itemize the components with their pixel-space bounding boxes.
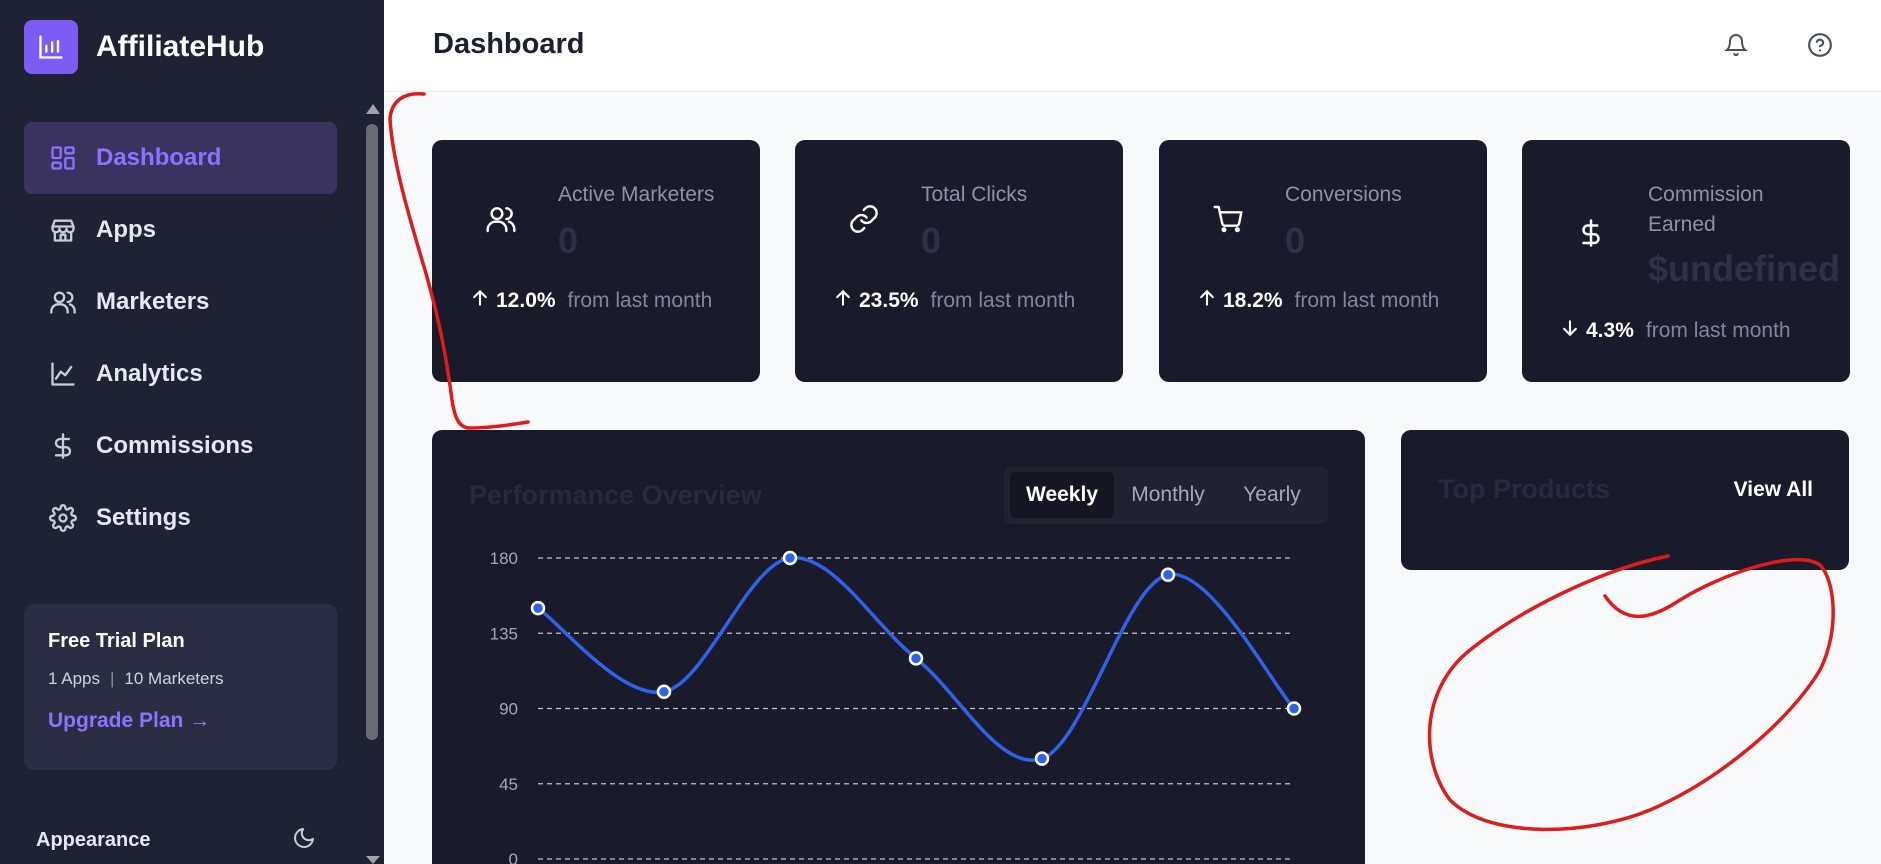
sidebar-item-label: Commissions bbox=[96, 432, 254, 459]
stat-trend: 4.3% from last month bbox=[1560, 318, 1791, 344]
stat-card-active-marketers: Active Marketers 0 12.0% from last month bbox=[432, 140, 760, 382]
data-point bbox=[530, 600, 546, 616]
plan-meta: 1 Apps | 10 Marketers bbox=[48, 669, 313, 689]
sidebar-item-apps[interactable]: Apps bbox=[24, 194, 337, 266]
sidebar-item-settings[interactable]: Settings bbox=[24, 482, 337, 554]
arrow-down-icon bbox=[1560, 318, 1580, 344]
top-products-card: Top Products View All bbox=[1401, 430, 1849, 570]
appearance-label: Appearance bbox=[36, 829, 151, 851]
stat-trend: 12.0% from last month bbox=[470, 288, 712, 314]
gear-icon bbox=[48, 503, 78, 533]
brand[interactable]: AffiliateHub bbox=[24, 20, 264, 74]
stat-value: 0 bbox=[558, 220, 579, 261]
data-point bbox=[1034, 751, 1050, 766]
scroll-up-arrow-icon[interactable] bbox=[366, 104, 380, 114]
stat-card-total-clicks: Total Clicks 0 23.5% from last month bbox=[795, 140, 1123, 382]
sidebar: AffiliateHub Dashboard Apps Marketers An… bbox=[0, 0, 384, 864]
appearance-toggle[interactable]: Appearance bbox=[36, 826, 316, 855]
arrow-up-icon bbox=[1197, 288, 1217, 314]
data-point bbox=[1286, 701, 1302, 716]
y-tick-label: 180 bbox=[490, 549, 518, 568]
stat-value: 0 bbox=[1285, 220, 1306, 261]
data-point bbox=[656, 684, 672, 700]
top-products-title: Top Products bbox=[1438, 474, 1610, 504]
performance-card: Performance Overview Weekly Monthly Year… bbox=[432, 430, 1365, 864]
sidebar-item-label: Settings bbox=[96, 504, 191, 531]
bell-icon[interactable] bbox=[1721, 30, 1751, 60]
sidebar-item-label: Marketers bbox=[96, 288, 210, 315]
stat-value: $undefined bbox=[1648, 248, 1841, 289]
stat-value: 0 bbox=[921, 220, 942, 261]
performance-chart: 0 45 90 135 180 bbox=[490, 549, 1302, 864]
grid-icon bbox=[48, 143, 78, 173]
stat-trend: 23.5% from last month bbox=[833, 288, 1075, 314]
users-icon bbox=[48, 287, 78, 317]
moon-icon[interactable] bbox=[292, 826, 316, 855]
stat-trend-text: from last month bbox=[567, 289, 713, 312]
sidebar-item-marketers[interactable]: Marketers bbox=[24, 266, 337, 338]
stat-trend-percent: 4.3% bbox=[1586, 319, 1634, 342]
plan-title: Free Trial Plan bbox=[48, 630, 185, 652]
upgrade-plan-link[interactable]: Upgrade Plan → bbox=[48, 709, 313, 733]
sidebar-item-analytics[interactable]: Analytics bbox=[24, 338, 337, 410]
plan-separator: | bbox=[110, 669, 115, 688]
stat-trend-text: from last month bbox=[1645, 319, 1791, 342]
page-title: Dashboard bbox=[433, 28, 585, 60]
stat-label: Conversions bbox=[1285, 183, 1402, 206]
stat-trend-percent: 23.5% bbox=[859, 289, 919, 312]
data-point bbox=[908, 651, 924, 666]
link-icon bbox=[847, 202, 881, 236]
dollar-icon bbox=[48, 431, 78, 461]
scroll-down-arrow-icon[interactable] bbox=[366, 856, 380, 864]
sidebar-item-dashboard[interactable]: Dashboard bbox=[24, 122, 337, 194]
plan-marketers: 10 Marketers bbox=[124, 669, 224, 688]
stat-trend-percent: 18.2% bbox=[1223, 289, 1283, 312]
stat-label: Commission Earned bbox=[1648, 183, 1764, 236]
stat-card-conversions: Conversions 0 18.2% from last month bbox=[1159, 140, 1487, 382]
brand-name: AffiliateHub bbox=[96, 30, 265, 63]
plan-apps: 1 Apps bbox=[48, 669, 100, 688]
sidebar-item-commissions[interactable]: Commissions bbox=[24, 410, 337, 482]
annotation-circle bbox=[1427, 554, 1835, 832]
stat-trend-percent: 12.0% bbox=[496, 289, 556, 312]
store-icon bbox=[48, 215, 78, 245]
sidebar-item-label: Analytics bbox=[96, 360, 203, 387]
y-tick-label: 90 bbox=[499, 700, 518, 719]
arrow-up-icon bbox=[470, 288, 490, 314]
sidebar-item-label: Apps bbox=[96, 216, 156, 243]
sidebar-item-label: Dashboard bbox=[96, 144, 222, 171]
stat-card-commission-earned: Commission Earned $undefined 4.3% from l… bbox=[1522, 140, 1850, 382]
line-chart-icon bbox=[48, 359, 78, 389]
view-all-button[interactable]: View All bbox=[1734, 478, 1813, 502]
help-icon[interactable] bbox=[1805, 30, 1835, 60]
y-tick-label: 0 bbox=[509, 850, 518, 864]
dollar-icon bbox=[1574, 216, 1608, 250]
data-point bbox=[1160, 567, 1176, 582]
arrow-up-icon bbox=[833, 288, 853, 314]
top-header: Dashboard bbox=[384, 0, 1881, 92]
stat-label: Active Marketers bbox=[558, 183, 715, 206]
stat-label: Total Clicks bbox=[921, 183, 1028, 206]
stat-trend: 18.2% from last month bbox=[1197, 288, 1439, 314]
users-icon bbox=[484, 202, 518, 236]
stat-trend-text: from last month bbox=[930, 289, 1076, 312]
y-tick-label: 45 bbox=[499, 775, 518, 794]
scrollbar-thumb[interactable] bbox=[366, 124, 378, 740]
stat-trend-text: from last month bbox=[1294, 289, 1440, 312]
y-tick-label: 135 bbox=[490, 624, 518, 643]
bar-chart-icon bbox=[24, 20, 78, 74]
cart-icon bbox=[1211, 202, 1245, 236]
plan-card: Free Trial Plan 1 Apps | 10 Marketers Up… bbox=[24, 604, 337, 770]
data-point bbox=[782, 550, 798, 566]
sidebar-nav: Dashboard Apps Marketers Analytics Commi… bbox=[24, 122, 337, 554]
